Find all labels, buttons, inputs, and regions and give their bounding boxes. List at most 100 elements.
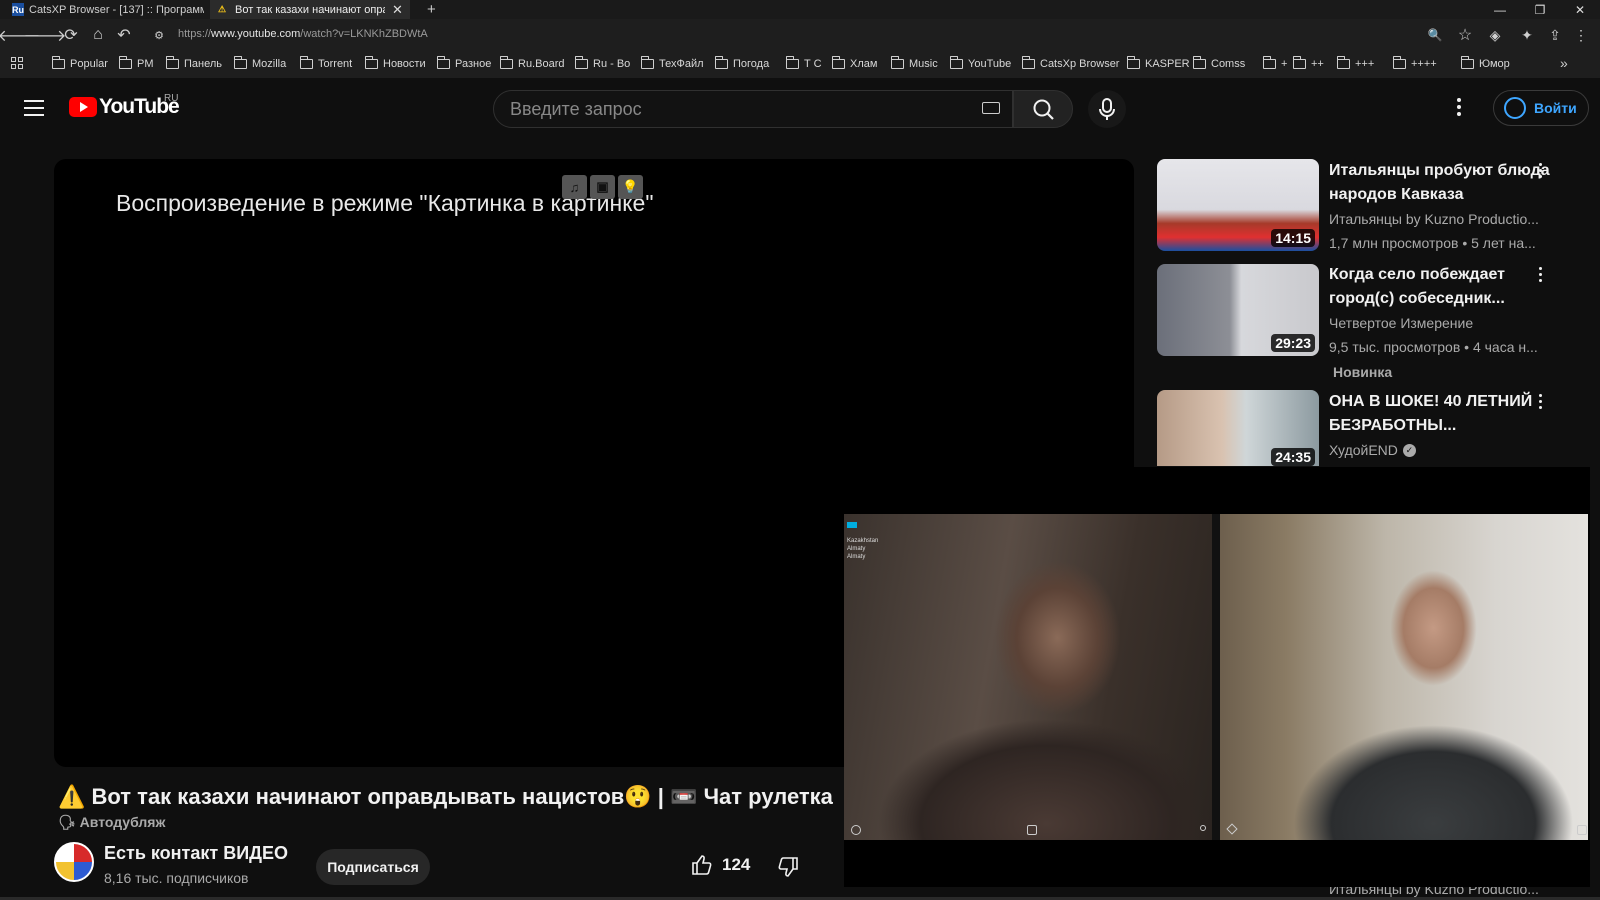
bookmark-item[interactable]: Хлам <box>831 56 877 71</box>
related-kebab-icon[interactable] <box>1537 394 1543 412</box>
channel-name[interactable]: Есть контакт ВИДЕО <box>104 843 288 864</box>
new-tab-button[interactable]: + <box>427 1 436 18</box>
browser-tab-catsxp[interactable]: Ru CatsXP Browser - [137] :: Программы <box>8 0 204 19</box>
bookmark-label: ТехФайл <box>659 58 704 70</box>
bookmark-item[interactable]: Новости <box>364 56 426 71</box>
home-icon[interactable]: ⌂ <box>87 24 109 46</box>
keyboard-icon[interactable] <box>982 102 1000 114</box>
tab-close-icon[interactable]: ✕ <box>392 2 403 18</box>
folder-icon <box>1262 56 1276 69</box>
forward-arrow-icon[interactable]: 🡒 <box>24 24 67 46</box>
bookmark-item[interactable]: Ru - Bo <box>574 56 631 71</box>
pip-toggle-icon[interactable]: ▣ <box>590 175 615 199</box>
browser-tab-youtube[interactable]: ⚠ Вот так казахи начинают оправдывать <box>210 0 410 19</box>
related-title[interactable]: ОНА В ШОКЕ! 40 ЛЕТНИЙ БЕЗРАБОТНЫ... <box>1329 390 1551 438</box>
settings-kebab-icon[interactable] <box>1456 98 1462 120</box>
cam-chat-icon[interactable] <box>1577 825 1587 835</box>
voice-search-button[interactable] <box>1088 90 1126 128</box>
bookmark-item[interactable]: ТехФайл <box>640 56 704 71</box>
bookmark-item[interactable]: ++ <box>1292 56 1324 71</box>
bookmark-label: + <box>1281 58 1288 70</box>
bookmark-item[interactable]: + <box>1262 56 1288 71</box>
zoom-icon[interactable]: 🔍 <box>1424 24 1446 46</box>
url-field[interactable]: https://www.youtube.com/watch?v=LKNKhZBD… <box>178 28 428 40</box>
bookmark-item[interactable]: Панель <box>165 56 222 71</box>
folder-icon <box>785 56 799 69</box>
microphone-icon <box>1099 98 1115 120</box>
maximize-icon[interactable]: ❐ <box>1520 0 1560 19</box>
search-button[interactable] <box>1013 90 1073 128</box>
folder-icon <box>1021 56 1035 69</box>
bookmark-item[interactable]: ++++ <box>1392 56 1437 71</box>
bookmark-item[interactable]: Comss <box>1192 56 1246 71</box>
bookmark-item[interactable]: +++ <box>1336 56 1374 71</box>
related-title[interactable]: Когда село побеждает город(с) собеседник… <box>1329 263 1551 311</box>
dubbing-icon: 🗣 <box>58 814 76 830</box>
search-icon <box>1033 99 1054 120</box>
bookmark-item[interactable]: Ru.Board <box>499 56 564 71</box>
cam-chat-icon[interactable] <box>1027 825 1037 835</box>
browser-menu-icon[interactable]: ⋮ <box>1570 24 1592 46</box>
bookmark-label: ++++ <box>1411 58 1437 70</box>
bookmark-label: T C <box>804 58 822 70</box>
kazakhstan-flag-icon <box>847 522 857 528</box>
youtube-logo-icon[interactable] <box>69 97 97 117</box>
bookmark-item[interactable]: Torrent <box>299 56 352 71</box>
bookmarks-overflow-icon[interactable]: » <box>1560 55 1568 71</box>
related-title[interactable]: Итальянцы пробуют блюда народов Кавказа <box>1329 159 1551 207</box>
bookmark-item[interactable]: Mozilla <box>233 56 286 71</box>
pip-divider <box>1212 514 1220 840</box>
related-thumbnail[interactable]: 29:23 <box>1157 264 1319 356</box>
bookmark-label: PM <box>137 58 154 70</box>
related-kebab-icon[interactable] <box>1537 163 1543 181</box>
folder-icon <box>1336 56 1350 69</box>
thumbs-down-icon <box>778 857 798 877</box>
bookmark-item[interactable]: PM <box>118 56 154 71</box>
subscribe-button[interactable]: Подписаться <box>316 849 430 885</box>
bookmark-item[interactable]: Music <box>890 56 938 71</box>
layers-icon[interactable]: ◈ <box>1484 24 1506 46</box>
upload-icon[interactable]: ⇪ <box>1544 24 1566 46</box>
cam-user-icon[interactable] <box>1200 825 1206 831</box>
related-thumbnail[interactable]: 24:35 <box>1157 390 1319 466</box>
undo-close-tab-icon[interactable]: ↶ <box>113 24 135 46</box>
related-channel[interactable]: Итальянцы by Kuzno Productio... <box>1329 211 1551 227</box>
channel-avatar[interactable] <box>54 842 94 882</box>
like-button[interactable]: 124 <box>690 853 750 877</box>
lightbulb-icon[interactable]: 💡 <box>618 175 643 199</box>
related-channel[interactable]: Четвертое Измерение <box>1329 315 1551 331</box>
bookmark-label: Погода <box>733 58 770 70</box>
bookmark-item[interactable]: KASPER <box>1126 56 1190 71</box>
bookmark-item[interactable]: Погода <box>714 56 770 71</box>
close-window-icon[interactable]: ✕ <box>1560 0 1600 19</box>
like-count: 124 <box>722 855 751 874</box>
bookmark-star-icon[interactable]: ☆ <box>1454 24 1476 46</box>
related-kebab-icon[interactable] <box>1537 267 1543 285</box>
search-input[interactable] <box>510 91 950 127</box>
search-box <box>493 90 1013 128</box>
folder-icon <box>499 56 513 69</box>
signin-button[interactable]: Войти <box>1493 90 1589 126</box>
bookmark-item[interactable]: YouTube <box>949 56 1011 71</box>
bookmark-item[interactable]: Popular <box>51 56 108 71</box>
bookmark-item[interactable]: Юмор <box>1460 56 1510 71</box>
music-note-icon[interactable]: ♫ <box>562 175 587 199</box>
bookmark-label: Comss <box>1211 58 1246 70</box>
reload-icon[interactable]: ⟳ <box>60 24 82 46</box>
guide-menu-icon[interactable] <box>24 100 44 116</box>
related-channel[interactable]: ХудойEND ✓ <box>1329 442 1551 458</box>
cam-info-icon[interactable] <box>851 825 861 835</box>
bookmark-label: Ru - Bo <box>593 58 631 70</box>
site-settings-icon[interactable]: ⚙ <box>148 24 170 46</box>
folder-icon <box>436 56 450 69</box>
bookmark-item[interactable]: CatsXp Browser <box>1021 56 1119 71</box>
user-circle-icon <box>1504 97 1526 119</box>
minimize-icon[interactable]: — <box>1480 0 1520 19</box>
video-duration: 14:15 <box>1271 229 1315 247</box>
related-thumbnail[interactable]: 14:15 <box>1157 159 1319 251</box>
bookmark-item[interactable]: T C <box>785 56 822 71</box>
extensions-icon[interactable]: ✦ <box>1516 24 1538 46</box>
dislike-button[interactable] <box>776 855 800 884</box>
apps-grid-icon[interactable] <box>11 57 23 69</box>
bookmark-item[interactable]: Разное <box>436 56 491 71</box>
